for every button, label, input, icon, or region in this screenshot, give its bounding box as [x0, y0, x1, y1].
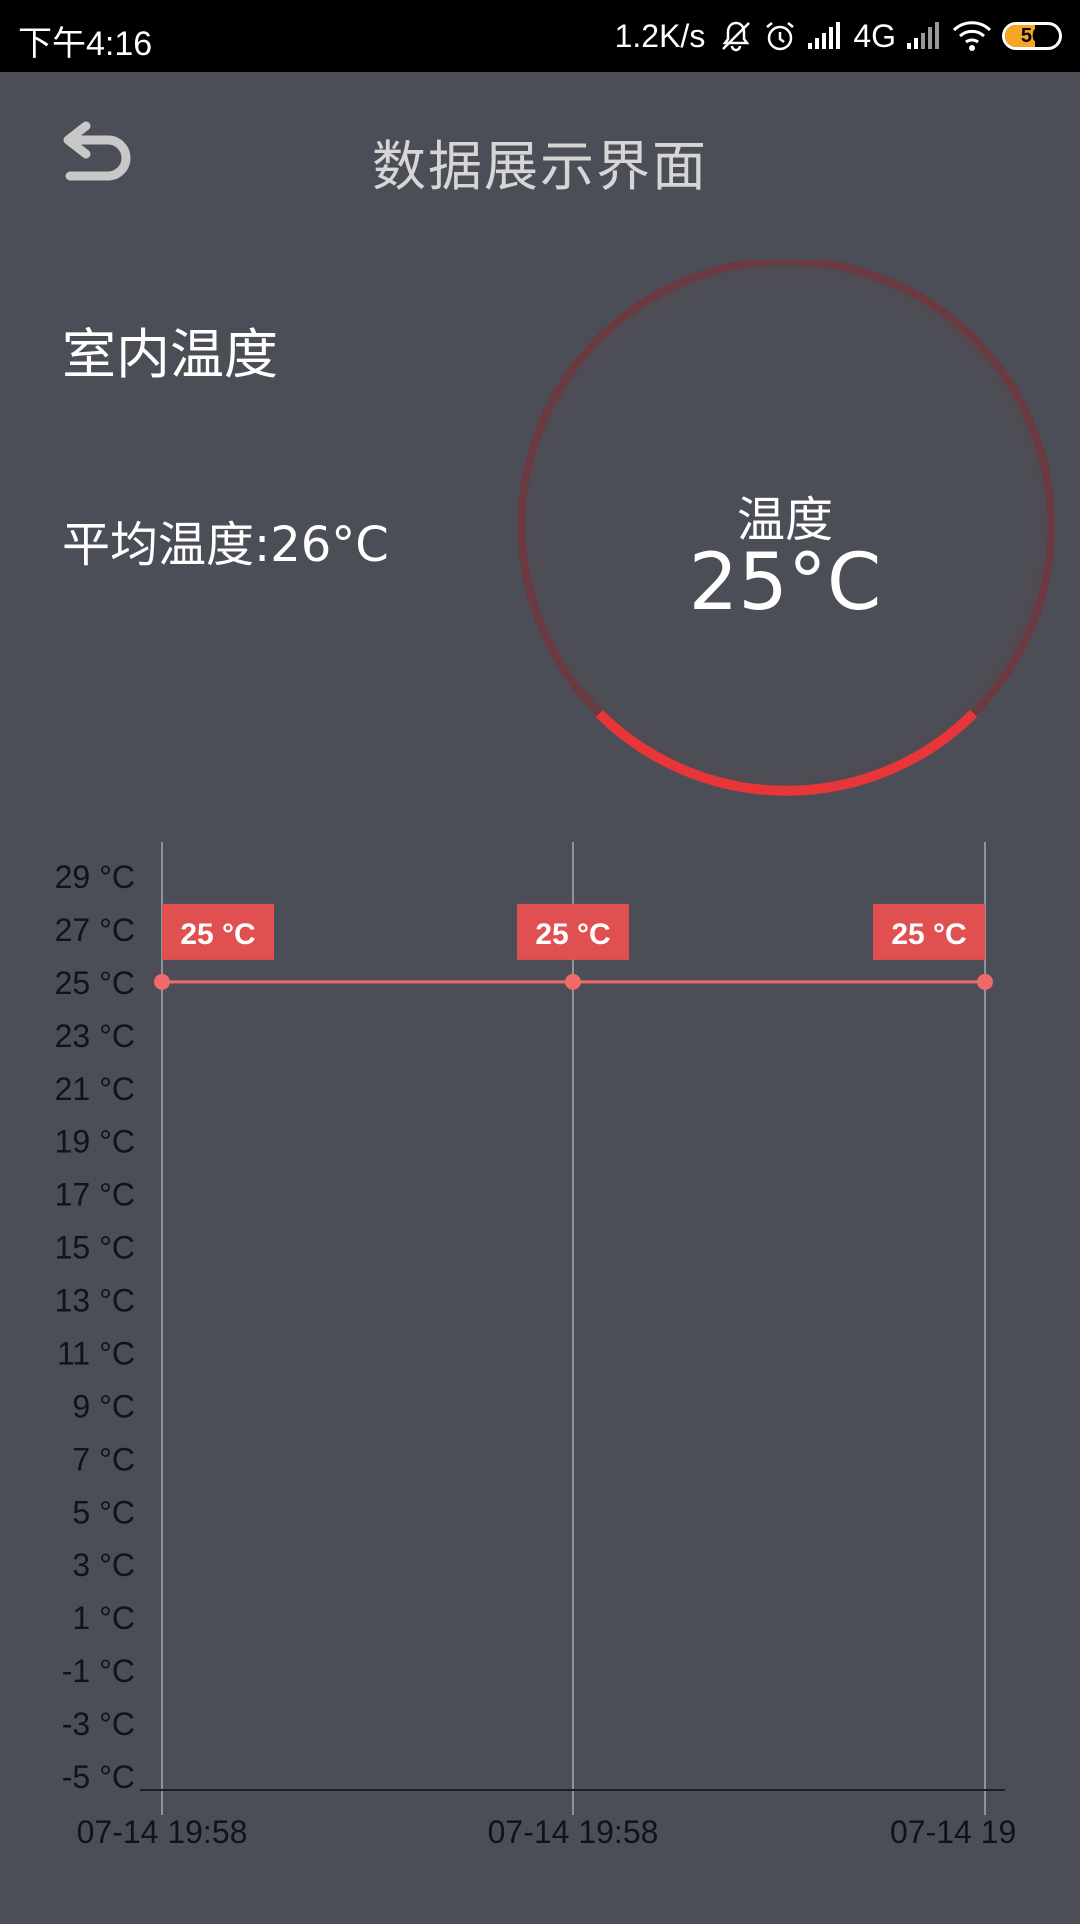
room-temperature-label: 室内温度: [62, 323, 278, 386]
y-tick-label: 5 °C: [72, 1494, 135, 1530]
data-label: 25 °C: [891, 918, 966, 951]
chart-svg: 29 °C 27 °C 25 °C 23 °C 21 °C 19 °C 17 °C 15 °C…: [55, 842, 1016, 1850]
y-tick-label: 7 °C: [72, 1441, 135, 1477]
data-label: 25 °C: [180, 918, 255, 951]
y-tick-label: 29 °C: [55, 859, 135, 895]
y-tick-label: 3 °C: [72, 1547, 135, 1583]
y-tick-label: 11 °C: [57, 1335, 135, 1371]
status-bar: 下午4:16 1.2K/s 4G 56: [0, 0, 1080, 72]
average-temperature-label: 平均温度: [62, 517, 255, 573]
y-tick-label: -1 °C: [62, 1653, 135, 1689]
y-tick-label: -5 °C: [62, 1759, 135, 1795]
status-icons: 1.2K/s 4G 56: [615, 14, 1062, 58]
x-tick-label: 07-14 19:58: [77, 1814, 248, 1850]
y-tick-label: 23 °C: [55, 1018, 135, 1054]
average-temperature: 平均温度:26°C: [62, 505, 389, 575]
wifi-icon: [952, 20, 992, 52]
status-time: 下午4:16: [18, 25, 153, 63]
data-point: [154, 973, 170, 990]
data-point: [977, 973, 993, 990]
y-tick-label: 19 °C: [55, 1124, 135, 1160]
battery-text: 56: [1020, 24, 1044, 47]
y-tick-label: 9 °C: [72, 1388, 135, 1424]
temperature-gauge: 温度 25°C: [515, 256, 1056, 810]
y-tick-label: 15 °C: [55, 1230, 135, 1266]
data-point: [565, 973, 581, 990]
signal-icon: [906, 21, 942, 51]
average-temperature-value: 26°C: [270, 517, 389, 573]
y-tick-label: 1 °C: [72, 1600, 135, 1636]
temperature-chart: 29 °C 27 °C 25 °C 23 °C 21 °C 19 °C 17 °C 15 °C…: [0, 820, 1080, 1920]
data-label: 25 °C: [535, 918, 610, 951]
page-title: 数据展示界面: [372, 135, 708, 198]
alarm-icon: [763, 19, 797, 53]
network-type: 4G: [853, 17, 896, 54]
y-tick-label: 13 °C: [55, 1283, 135, 1319]
x-tick-label: 07-14 19: [890, 1814, 1016, 1850]
y-tick-label: 27 °C: [55, 912, 135, 948]
y-tick-label: -3 °C: [62, 1706, 135, 1742]
gauge-value: 25°C: [688, 538, 882, 628]
signal-icon: [807, 21, 843, 51]
network-speed: 1.2K/s: [614, 17, 706, 54]
x-tick-label: 07-14 19:58: [488, 1814, 659, 1850]
y-tick-label: 17 °C: [55, 1177, 135, 1213]
battery-icon: 56: [1002, 22, 1062, 50]
mute-bell-icon: [719, 19, 753, 53]
average-temperature-separator: :: [254, 517, 271, 573]
y-tick-label: 21 °C: [55, 1071, 135, 1107]
y-tick-label: 25 °C: [55, 965, 135, 1001]
